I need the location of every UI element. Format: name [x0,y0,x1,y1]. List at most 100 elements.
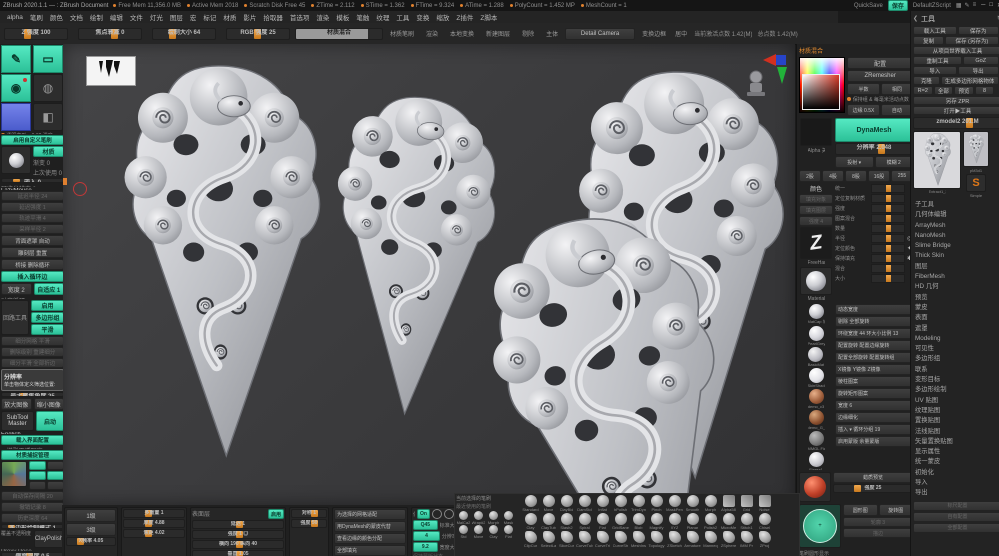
setting-slider-row[interactable]: 定位颜色 ✦ [835,244,913,253]
subdiv-button[interactable]: 4股 [822,170,844,182]
zremesher-button[interactable]: ZRemesher [847,70,913,82]
brush-thumb[interactable]: Polish2 [702,513,719,530]
shelf-slider[interactable]: Z 强度 100 [4,28,68,40]
brush-thumb[interactable]: ClayBld [558,495,575,512]
menu-item[interactable]: 图层 [167,12,186,22]
subpalette-item[interactable]: 表面 [913,313,999,323]
tool-button[interactable]: 保存 (另存为) [945,36,998,45]
setting-slider-row[interactable]: 强度 [835,204,913,213]
edge-option[interactable]: 自动 [881,104,913,116]
sculpt-pendant-1[interactable] [125,66,320,456]
config-button[interactable]: 配置 [847,57,913,69]
brush-thumb[interactable]: Move [540,495,557,512]
resolution-slider[interactable]: 分辨率 2.048 [835,143,913,155]
center-button[interactable]: 居中 [673,29,689,39]
toolpanel-bottom-row[interactable]: 标尺配置 [913,501,999,511]
menu-item[interactable]: 渲染 [313,12,332,22]
brush-thumb[interactable]: Magnify [648,513,665,530]
subdiv-row[interactable]: 细分网格 平滑 [1,336,64,346]
xfreq-slider[interactable]: X频率 4.05 [66,537,116,546]
edge-row[interactable]: 雕刻层 重置 [1,247,64,258]
brush-thumb[interactable]: Planar [684,513,701,530]
tool-button[interactable]: 8 [975,86,995,95]
brush-thumb[interactable]: ZSketch [666,531,683,548]
insert-loop-bar[interactable]: 插入循环边 [1,271,64,282]
matcap-item[interactable]: PearlGrey [808,326,825,346]
surface-enable-chip[interactable]: 启用 [268,509,284,519]
detail-row[interactable]: 旋转矩形图案 [835,388,913,399]
menu-item[interactable]: 首选项 [287,12,313,22]
brush-thumb[interactable]: Spiral [576,513,593,530]
detail-row[interactable]: 动态宽度 [835,304,913,315]
brush-thumb[interactable]: Slash2 [558,513,575,530]
keeper-on-chip[interactable]: On [417,509,430,519]
tool-button[interactable]: 导出 [958,66,999,75]
brush-thumb[interactable]: Morph [702,495,719,512]
titlebar-icon[interactable]: ✎ [965,2,970,9]
sculpt-pendant-2[interactable] [322,92,502,419]
brush-thumb[interactable]: MicroMe [720,513,737,530]
brush-thumb[interactable]: MeshIns [630,531,647,548]
brush-thumb[interactable]: hPolish [612,495,629,512]
draw-circle-tile[interactable]: + [799,504,841,548]
dynamesh-option[interactable]: 模糊 2 [875,156,914,168]
subpalette-item[interactable]: 蒙皮 [913,303,999,313]
align-loop-label[interactable]: 对齐循环 [1,296,64,299]
surface-slider[interactable]: 横向 190 纵向 40 [192,540,284,549]
menu-item[interactable]: 笔刷 [27,12,46,22]
chip-4[interactable] [47,471,64,480]
polypaint-slider[interactable]: 多边形绘制模式 1 [1,524,64,529]
zremesher-option[interactable]: 相同 [881,83,913,95]
color-row[interactable]: 强度 4 [799,216,833,226]
wax-preview-row[interactable]: 蜡质预览 [833,472,913,483]
axis-gizmo[interactable] [763,52,791,84]
setting-slider-row[interactable]: 定位复制材质 [835,194,913,203]
frame-button[interactable]: 变换边框 [640,29,668,39]
adaptive-chip[interactable]: 自适应 1 [34,283,65,295]
gradient-tool-icon[interactable]: ◧ [33,103,63,131]
brush-thumb[interactable]: Standard [522,495,539,512]
subpalette-item[interactable]: 多边形绘制 [913,385,999,395]
tool-button[interactable]: 克隆 [913,76,940,85]
tool-button[interactable]: 全部 [934,86,954,95]
loop-tool-box[interactable]: 回路工具 [1,300,29,335]
menu-item[interactable]: 缩放 [433,12,452,22]
tool-thumb-current[interactable] [913,131,961,189]
document-thumbnail[interactable] [86,56,136,86]
toolpanel-bottom-row[interactable]: 全部配置 [913,523,999,533]
menu-item[interactable]: 材质 [220,12,239,22]
draw-mode-icon[interactable]: ✎ [1,45,31,73]
adapt-row[interactable]: 用DynaMesh的蒙皮代替 [334,521,406,532]
toolpanel-bottom-row[interactable]: 自有配置 [913,512,999,522]
shelf-button[interactable]: 本地变换 [448,29,476,39]
subtool-master-button[interactable]: SubTool Master [1,411,34,431]
material-thumb-2[interactable] [800,267,832,295]
chip-3[interactable] [29,471,46,480]
menu-item[interactable]: 标记 [200,12,219,22]
symmetry-slider[interactable]: 对称 1 [291,509,327,518]
chip-1[interactable] [29,461,46,470]
subpalette-item[interactable]: 子工具 [913,200,999,210]
subpalette-item[interactable]: HD 几何 [913,282,999,292]
subpalette-item[interactable]: 显示属性 [913,447,999,457]
tool-button[interactable]: 载入工具 [913,26,957,35]
zoom-in-button[interactable]: 放大图像 [1,398,32,410]
subpalette-item[interactable]: 导出 [913,488,999,498]
shelf-slider[interactable]: 绘制大小 64 [152,28,216,40]
subdiv-row[interactable]: 细分平滑 全部折边 [1,358,64,368]
brush-thumb[interactable]: Chisel [756,513,773,530]
menu-item[interactable]: 影片 [240,12,259,22]
menu-item[interactable]: Z插件 [453,12,476,22]
claypolish-button[interactable]: ClayPolish [34,530,64,548]
brush-thumb[interactable]: SelectLa [540,531,557,548]
menu-item[interactable]: 文件 [127,12,146,22]
subpalette-item[interactable]: 置换贴图 [913,416,999,426]
menu-item[interactable]: alpha [4,14,26,21]
lazymouse-row[interactable]: 延迟强度 1 [1,202,64,212]
embed-slider[interactable]: 嵌入 0 [1,178,64,183]
setting-slider-row[interactable]: 半径 ◎ [835,234,913,243]
surface-slider[interactable]: 垂直 1.05 [192,550,284,556]
picker-icon-label[interactable]: 圆形图 [843,504,878,516]
lazymouse-header[interactable]: LazyMouse [1,188,64,190]
brush-thumb[interactable]: IMM Pr [738,531,755,548]
